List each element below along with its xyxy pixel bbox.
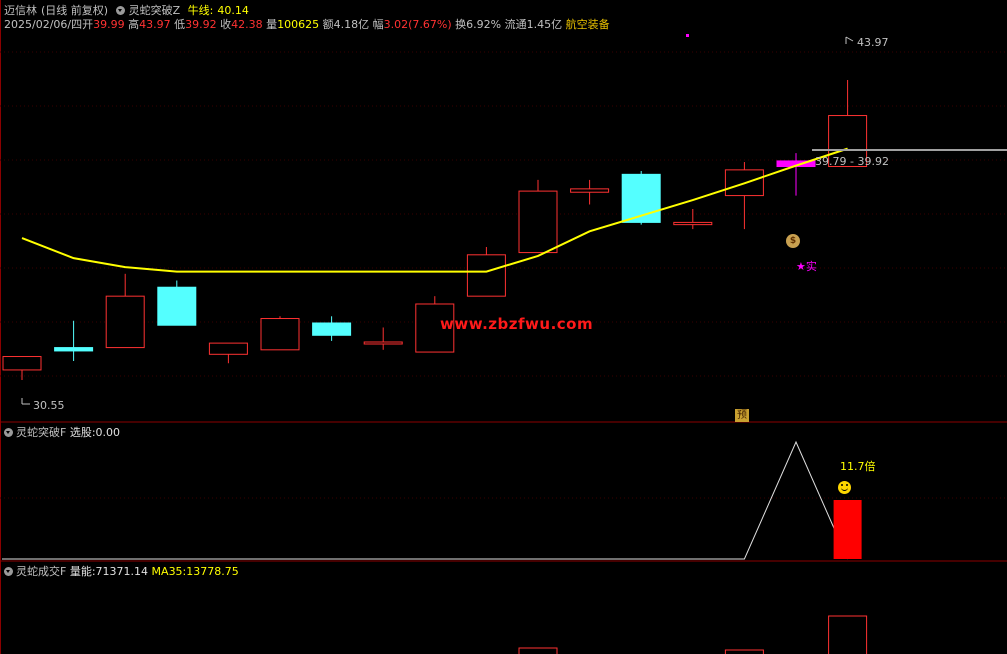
candle-body[interactable] xyxy=(570,188,610,193)
candle-body[interactable] xyxy=(54,347,94,352)
ma35-value: 13778.75 xyxy=(186,565,239,578)
panel2-indicator-name[interactable]: 灵蛇突破F xyxy=(16,426,66,439)
volume-indicator[interactable] xyxy=(518,615,868,654)
candle-body[interactable] xyxy=(208,342,248,355)
volume-energy-label: 量能: xyxy=(69,565,96,578)
bull-line xyxy=(21,147,848,273)
low-marker-arrow xyxy=(21,398,30,405)
signal-dot xyxy=(686,34,689,37)
candle-body[interactable] xyxy=(157,286,197,326)
select-indicator[interactable] xyxy=(2,440,862,560)
volume-bar[interactable] xyxy=(724,649,764,654)
ma35-label: MA35: xyxy=(151,565,187,578)
high-marker-value: 43.97 xyxy=(857,36,889,49)
high-marker-arrow xyxy=(845,36,854,44)
select-value: 0.00 xyxy=(95,426,121,439)
volume-bar[interactable] xyxy=(518,647,558,654)
money-bag-icon[interactable]: $ xyxy=(786,234,800,248)
select-label: 选股: xyxy=(69,426,96,439)
candle-body[interactable] xyxy=(2,356,42,371)
signal-label: ★实 xyxy=(796,260,817,273)
candle-body[interactable] xyxy=(673,221,713,226)
candle-body[interactable] xyxy=(312,322,352,336)
candle-body[interactable] xyxy=(466,254,506,297)
panel3-indicator-name[interactable]: 灵蛇成交F xyxy=(16,565,66,578)
volume-multiple-label: 11.7倍 xyxy=(840,460,876,473)
candle-body[interactable] xyxy=(260,318,300,351)
select-line xyxy=(2,440,849,560)
volume-energy-value: 71371.14 xyxy=(95,565,149,578)
indicator-menu-icon[interactable] xyxy=(4,567,13,576)
forecast-tag[interactable]: 预 xyxy=(735,409,749,422)
volume-ratio-bar[interactable] xyxy=(833,500,862,559)
signal-text: 实 xyxy=(805,260,817,273)
watermark: www.zbzfwu.com xyxy=(440,315,594,333)
star-icon: ★ xyxy=(796,260,806,273)
range-marker-value: 39.79 - 39.92 xyxy=(815,155,889,168)
low-marker-value: 30.55 xyxy=(33,399,65,412)
panel2-header: 灵蛇突破F 选股:0.00 xyxy=(4,426,120,439)
panel3-header: 灵蛇成交F 量能:71371.14 MA35:13778.75 xyxy=(4,565,239,578)
candle-body[interactable] xyxy=(363,341,403,345)
smiley-icon xyxy=(838,481,851,494)
candle-body[interactable] xyxy=(518,190,558,254)
volume-bar[interactable] xyxy=(828,615,868,654)
candle-body[interactable] xyxy=(105,295,145,349)
candles[interactable] xyxy=(2,80,868,380)
indicator-menu-icon[interactable] xyxy=(4,428,13,437)
